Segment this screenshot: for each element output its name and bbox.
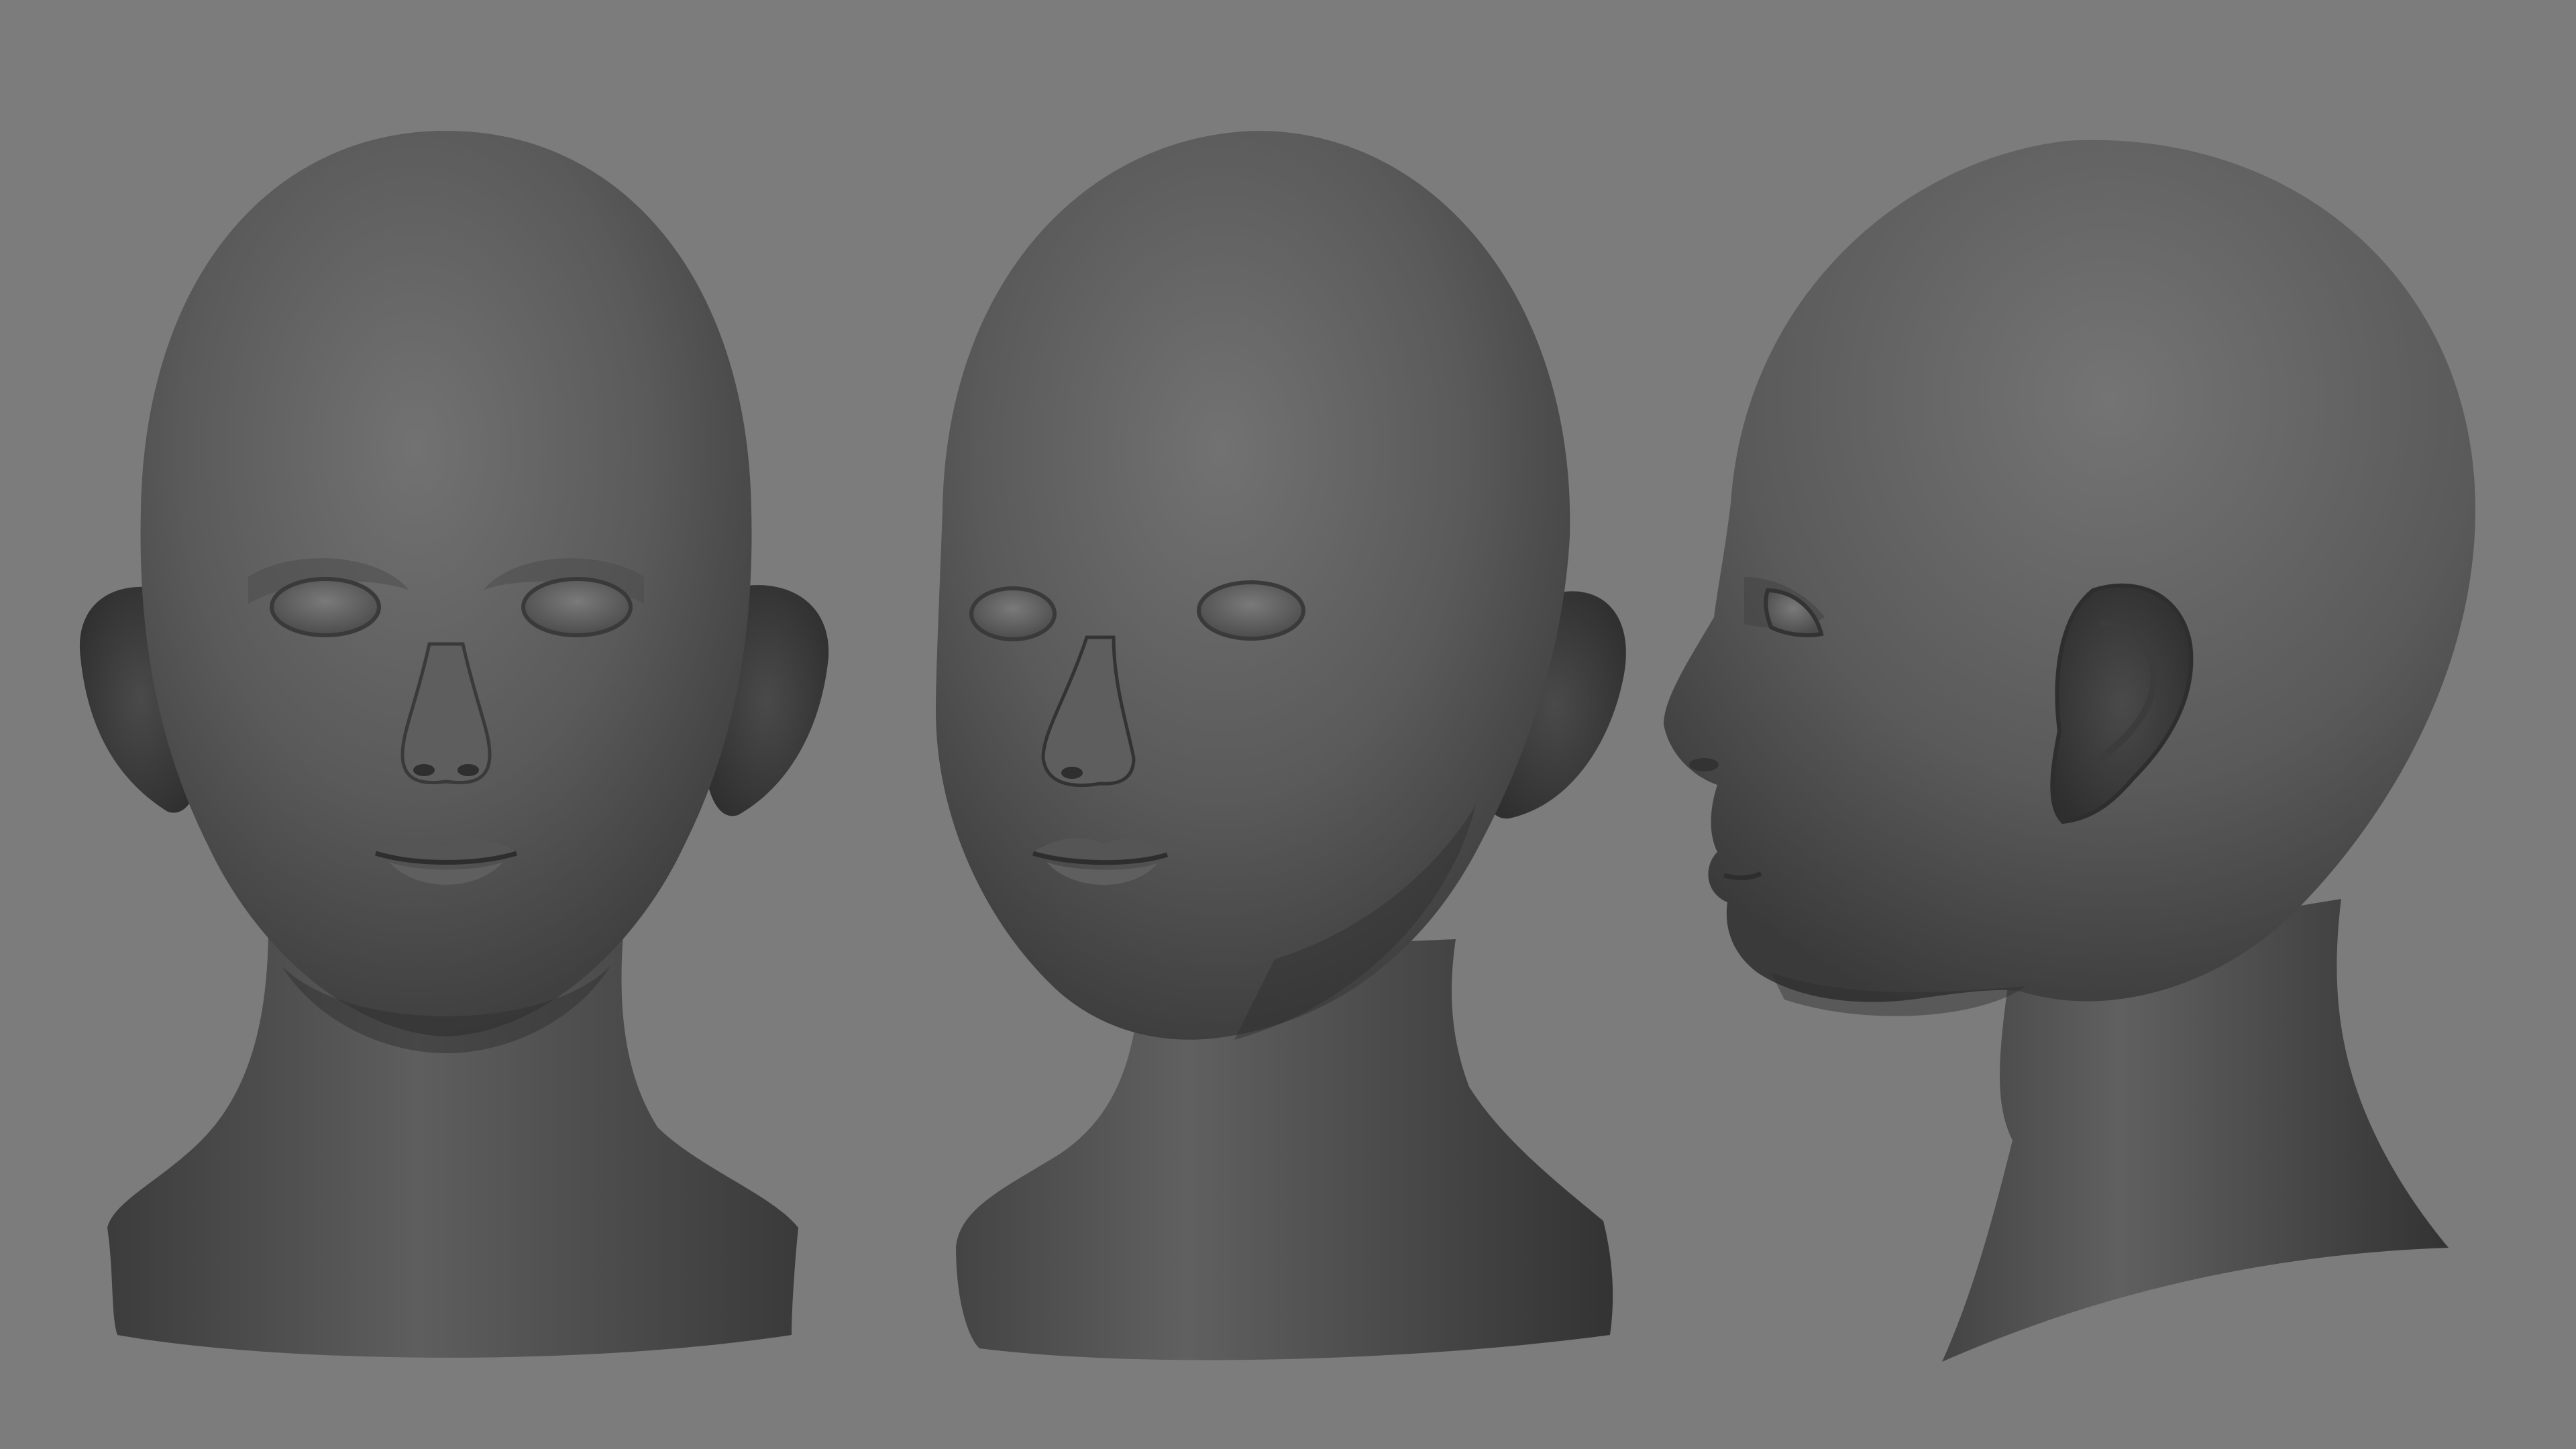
front-view: [79, 131, 829, 1358]
front-head: [140, 131, 752, 1036]
front-right-eye: [521, 577, 633, 637]
front-nostril-right: [458, 764, 479, 776]
front-left-eye: [270, 577, 381, 637]
side-head: [1664, 140, 2475, 1002]
three-quarter-left-eye: [969, 586, 1057, 641]
sculpt-viewport: [0, 0, 2576, 1449]
viewport-canvas: [79, 131, 2475, 1362]
side-view: [1664, 140, 2475, 1362]
front-nostril-left: [413, 764, 435, 776]
three-quarter-view: [936, 131, 1626, 1360]
side-nostril: [1689, 758, 1719, 771]
three-quarter-nostril: [1061, 767, 1083, 779]
three-quarter-right-eye: [1197, 580, 1305, 641]
